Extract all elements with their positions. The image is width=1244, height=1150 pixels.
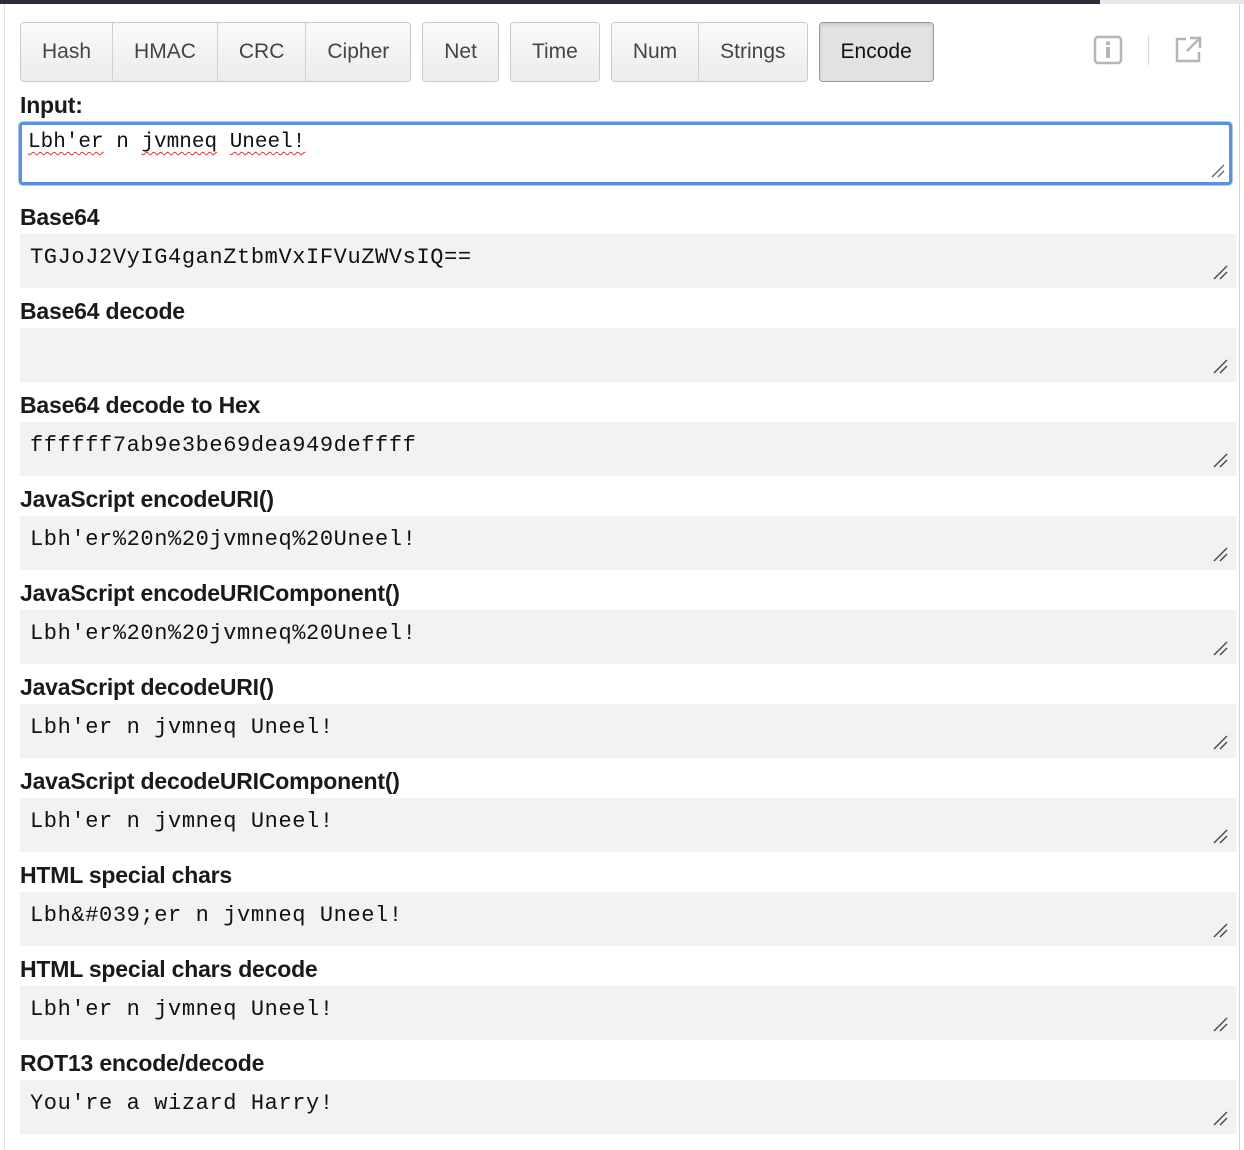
field-label-base64-decode: Base64 decode [20, 298, 185, 324]
output-decodeuri[interactable]: Lbh'er n jvmneq Uneel! [20, 704, 1236, 758]
resize-handle-icon[interactable] [1209, 162, 1225, 178]
resize-handle-icon[interactable] [1212, 1016, 1228, 1032]
output-html-special-chars-decode[interactable]: Lbh'er n jvmneq Uneel! [20, 986, 1236, 1040]
button-group-num-strings: Num Strings [610, 22, 808, 82]
field-label-html-special-chars-decode: HTML special chars decode [20, 956, 318, 982]
output-value: Lbh'er%20n%20jvmneq%20Uneel! [30, 527, 417, 552]
field-label-html-special-chars: HTML special chars [20, 862, 233, 888]
resize-handle-icon[interactable] [1212, 734, 1228, 750]
output-rot13[interactable]: You're a wizard Harry! [20, 1080, 1236, 1134]
output-encodeuricomponent[interactable]: Lbh'er%20n%20jvmneq%20Uneel! [20, 610, 1236, 664]
tab-encode[interactable]: Encode [819, 23, 933, 81]
resize-handle-icon[interactable] [1212, 1110, 1228, 1126]
input-textarea[interactable]: Lbh'er n jvmneq Uneel! [19, 122, 1232, 185]
output-value: Lbh'er%20n%20jvmneq%20Uneel! [30, 621, 417, 646]
input-text: Lbh'er n jvmneq Uneel! [28, 131, 305, 154]
tab-cipher[interactable]: Cipher [306, 23, 411, 81]
output-base64-decode[interactable] [20, 328, 1236, 382]
toolbar-separator [1148, 35, 1149, 65]
input-word: jvmneq [141, 131, 218, 154]
tab-strings[interactable]: Strings [699, 23, 807, 81]
field-label-base64-hex: Base64 decode to Hex [20, 392, 261, 418]
input-word: Lbh'er [28, 131, 104, 154]
input-word: Uneel! [229, 131, 306, 154]
tab-net[interactable]: Net [423, 23, 498, 81]
resize-handle-icon[interactable] [1212, 452, 1228, 468]
tab-hash[interactable]: Hash [21, 23, 114, 81]
resize-handle-icon[interactable] [1212, 828, 1228, 844]
tab-crc[interactable]: CRC [217, 23, 307, 81]
output-value: Lbh'er n jvmneq Uneel! [30, 809, 334, 834]
button-group-time: Time [509, 22, 600, 82]
button-group-net: Net [422, 22, 499, 82]
input-word: n [116, 131, 129, 154]
output-decodeuricomponent[interactable]: Lbh'er n jvmneq Uneel! [20, 798, 1236, 852]
output-value: Lbh&#039;er n jvmneq Uneel! [30, 903, 403, 928]
field-label-encodeuri: JavaScript encodeURI() [20, 486, 274, 512]
field-label-base64: Base64 [20, 204, 100, 230]
frame-edge-right [1239, 4, 1240, 1150]
output-base64-hex[interactable]: ffffff7ab9e3be69dea949deffff [20, 422, 1236, 476]
resize-handle-icon[interactable] [1212, 546, 1228, 562]
tab-time[interactable]: Time [510, 23, 599, 81]
window-top-bar [0, 0, 1244, 4]
resize-handle-icon[interactable] [1212, 264, 1228, 280]
output-value: TGJoJ2VyIG4ganZtbmVxIFVuZWVsIQ== [30, 245, 472, 270]
category-toolbar: Hash HMAC CRC Cipher Net Time Num String… [20, 22, 934, 82]
resize-handle-icon[interactable] [1212, 640, 1228, 656]
resize-handle-icon[interactable] [1212, 922, 1228, 938]
frame-edge-left [4, 4, 5, 1150]
button-group-encode: Encode [818, 22, 934, 82]
field-label-decodeuri: JavaScript decodeURI() [20, 674, 274, 700]
info-icon[interactable] [1092, 34, 1124, 66]
field-label-decodeuricomponent: JavaScript decodeURIComponent() [20, 768, 400, 794]
tab-hmac[interactable]: HMAC [113, 23, 218, 81]
output-value: Lbh'er n jvmneq Uneel! [30, 997, 334, 1022]
field-label-rot13: ROT13 encode/decode [20, 1050, 265, 1076]
output-base64[interactable]: TGJoJ2VyIG4ganZtbmVxIFVuZWVsIQ== [20, 234, 1236, 288]
output-encodeuri[interactable]: Lbh'er%20n%20jvmneq%20Uneel! [20, 516, 1236, 570]
field-label-encodeuricomponent: JavaScript encodeURIComponent() [20, 580, 400, 606]
header-actions [1092, 34, 1204, 66]
external-link-icon[interactable] [1172, 34, 1204, 66]
button-group-crypto: Hash HMAC CRC Cipher [20, 22, 412, 82]
output-value: Lbh'er n jvmneq Uneel! [30, 715, 334, 740]
output-html-special-chars[interactable]: Lbh&#039;er n jvmneq Uneel! [20, 892, 1236, 946]
input-label: Input: [20, 92, 83, 118]
output-value: ffffff7ab9e3be69dea949deffff [30, 433, 417, 458]
resize-handle-icon[interactable] [1212, 358, 1228, 374]
tab-num[interactable]: Num [611, 23, 700, 81]
output-value: You're a wizard Harry! [30, 1091, 334, 1116]
